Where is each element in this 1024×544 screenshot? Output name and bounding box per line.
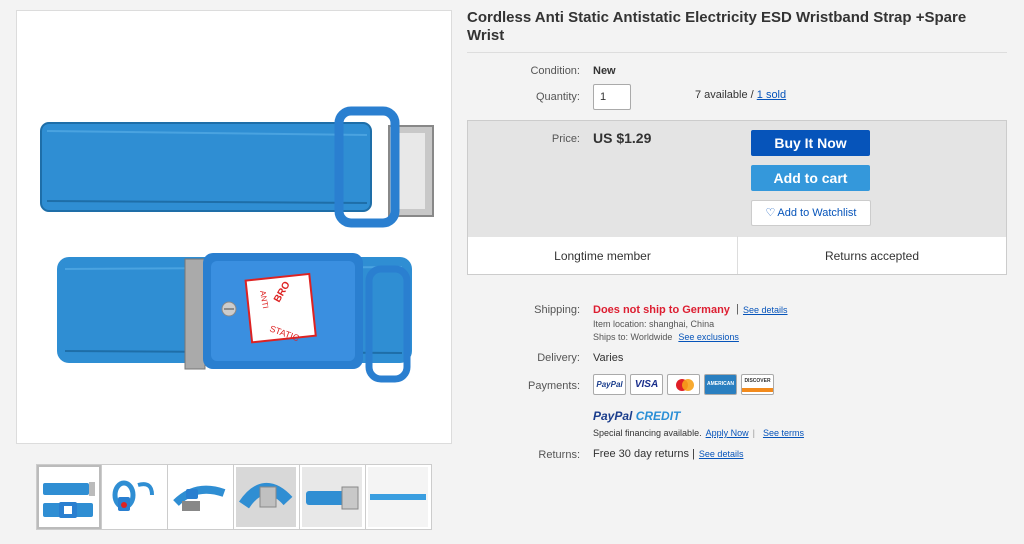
title-divider <box>467 52 1007 53</box>
returns-label: Returns: <box>538 449 580 461</box>
returns-value: Free 30 day returns <box>593 448 689 460</box>
thumbnail-2[interactable] <box>102 464 168 530</box>
main-product-image[interactable]: BRO ANTI STATIC <box>16 10 452 444</box>
buy-it-now-button[interactable]: Buy It Now <box>751 130 870 156</box>
financing-text: Special financing available. <box>593 428 702 438</box>
shipping-label: Shipping: <box>534 304 580 316</box>
item-location: Item location: shanghai, China <box>593 319 715 329</box>
payments-label: Payments: <box>528 380 580 392</box>
payment-methods: PayPal VISA AMERICAN EXPRESS DISCOVER <box>593 374 778 395</box>
financing-row: Special financing available. Apply Now | Se… <box>593 428 804 438</box>
price-label: Price: <box>551 133 580 145</box>
ships-to: Ships to: Worldwide See exclusions <box>593 332 739 342</box>
returns-row: Free 30 day returns | See details <box>593 448 743 460</box>
delivery-value: Varies <box>593 352 624 364</box>
delivery-label: Delivery: <box>537 352 580 364</box>
condition-value: New <box>593 65 616 77</box>
shipping-value: Does not ship to Germany <box>593 304 730 316</box>
shipping-see-details-link[interactable]: See details <box>743 305 788 315</box>
see-terms-link[interactable]: See terms <box>763 428 804 438</box>
product-title: Cordless Anti Static Antistatic Electric… <box>467 9 967 44</box>
thumbnail-3[interactable] <box>168 464 234 530</box>
amex-icon: AMERICAN EXPRESS <box>704 374 737 395</box>
financing-separator: | <box>752 428 755 438</box>
price-value: US $1.29 <box>593 130 652 146</box>
availability-text: 7 available / 1 sold <box>695 89 786 101</box>
thumbnail-strip <box>36 464 432 530</box>
quantity-label: Quantity: <box>535 91 580 103</box>
available-count: 7 available / <box>695 89 757 101</box>
heart-icon: ♡ <box>765 207 776 219</box>
mastercard-icon <box>667 374 700 395</box>
returns-separator: | <box>692 448 695 460</box>
add-to-watchlist-button[interactable]: ♡ Add to Watchlist <box>751 200 871 226</box>
ships-to-text: Ships to: Worldwide <box>593 332 673 342</box>
add-to-watchlist-label: Add to Watchlist <box>777 207 857 219</box>
thumbnail-1[interactable] <box>36 464 102 530</box>
thumbnail-4[interactable] <box>234 464 300 530</box>
longtime-member-badge: Longtime member <box>554 249 651 263</box>
add-to-cart-button[interactable]: Add to cart <box>751 165 870 191</box>
quantity-input[interactable] <box>593 84 631 110</box>
discover-icon: DISCOVER <box>741 374 774 395</box>
thumbnail-6[interactable] <box>366 464 432 530</box>
returns-see-details-link[interactable]: See details <box>699 449 744 459</box>
apply-now-link[interactable]: Apply Now <box>706 428 749 438</box>
sold-link[interactable]: 1 sold <box>757 89 786 101</box>
see-exclusions-link[interactable]: See exclusions <box>678 332 739 342</box>
thumbnail-5[interactable] <box>300 464 366 530</box>
returns-accepted-badge: Returns accepted <box>824 249 920 263</box>
shipping-separator: | <box>736 303 739 315</box>
paypal-credit-logo: PayPal CREDIT <box>593 409 681 423</box>
paypal-icon: PayPal <box>593 374 626 395</box>
visa-icon: VISA <box>630 374 663 395</box>
condition-label: Condition: <box>530 65 580 77</box>
